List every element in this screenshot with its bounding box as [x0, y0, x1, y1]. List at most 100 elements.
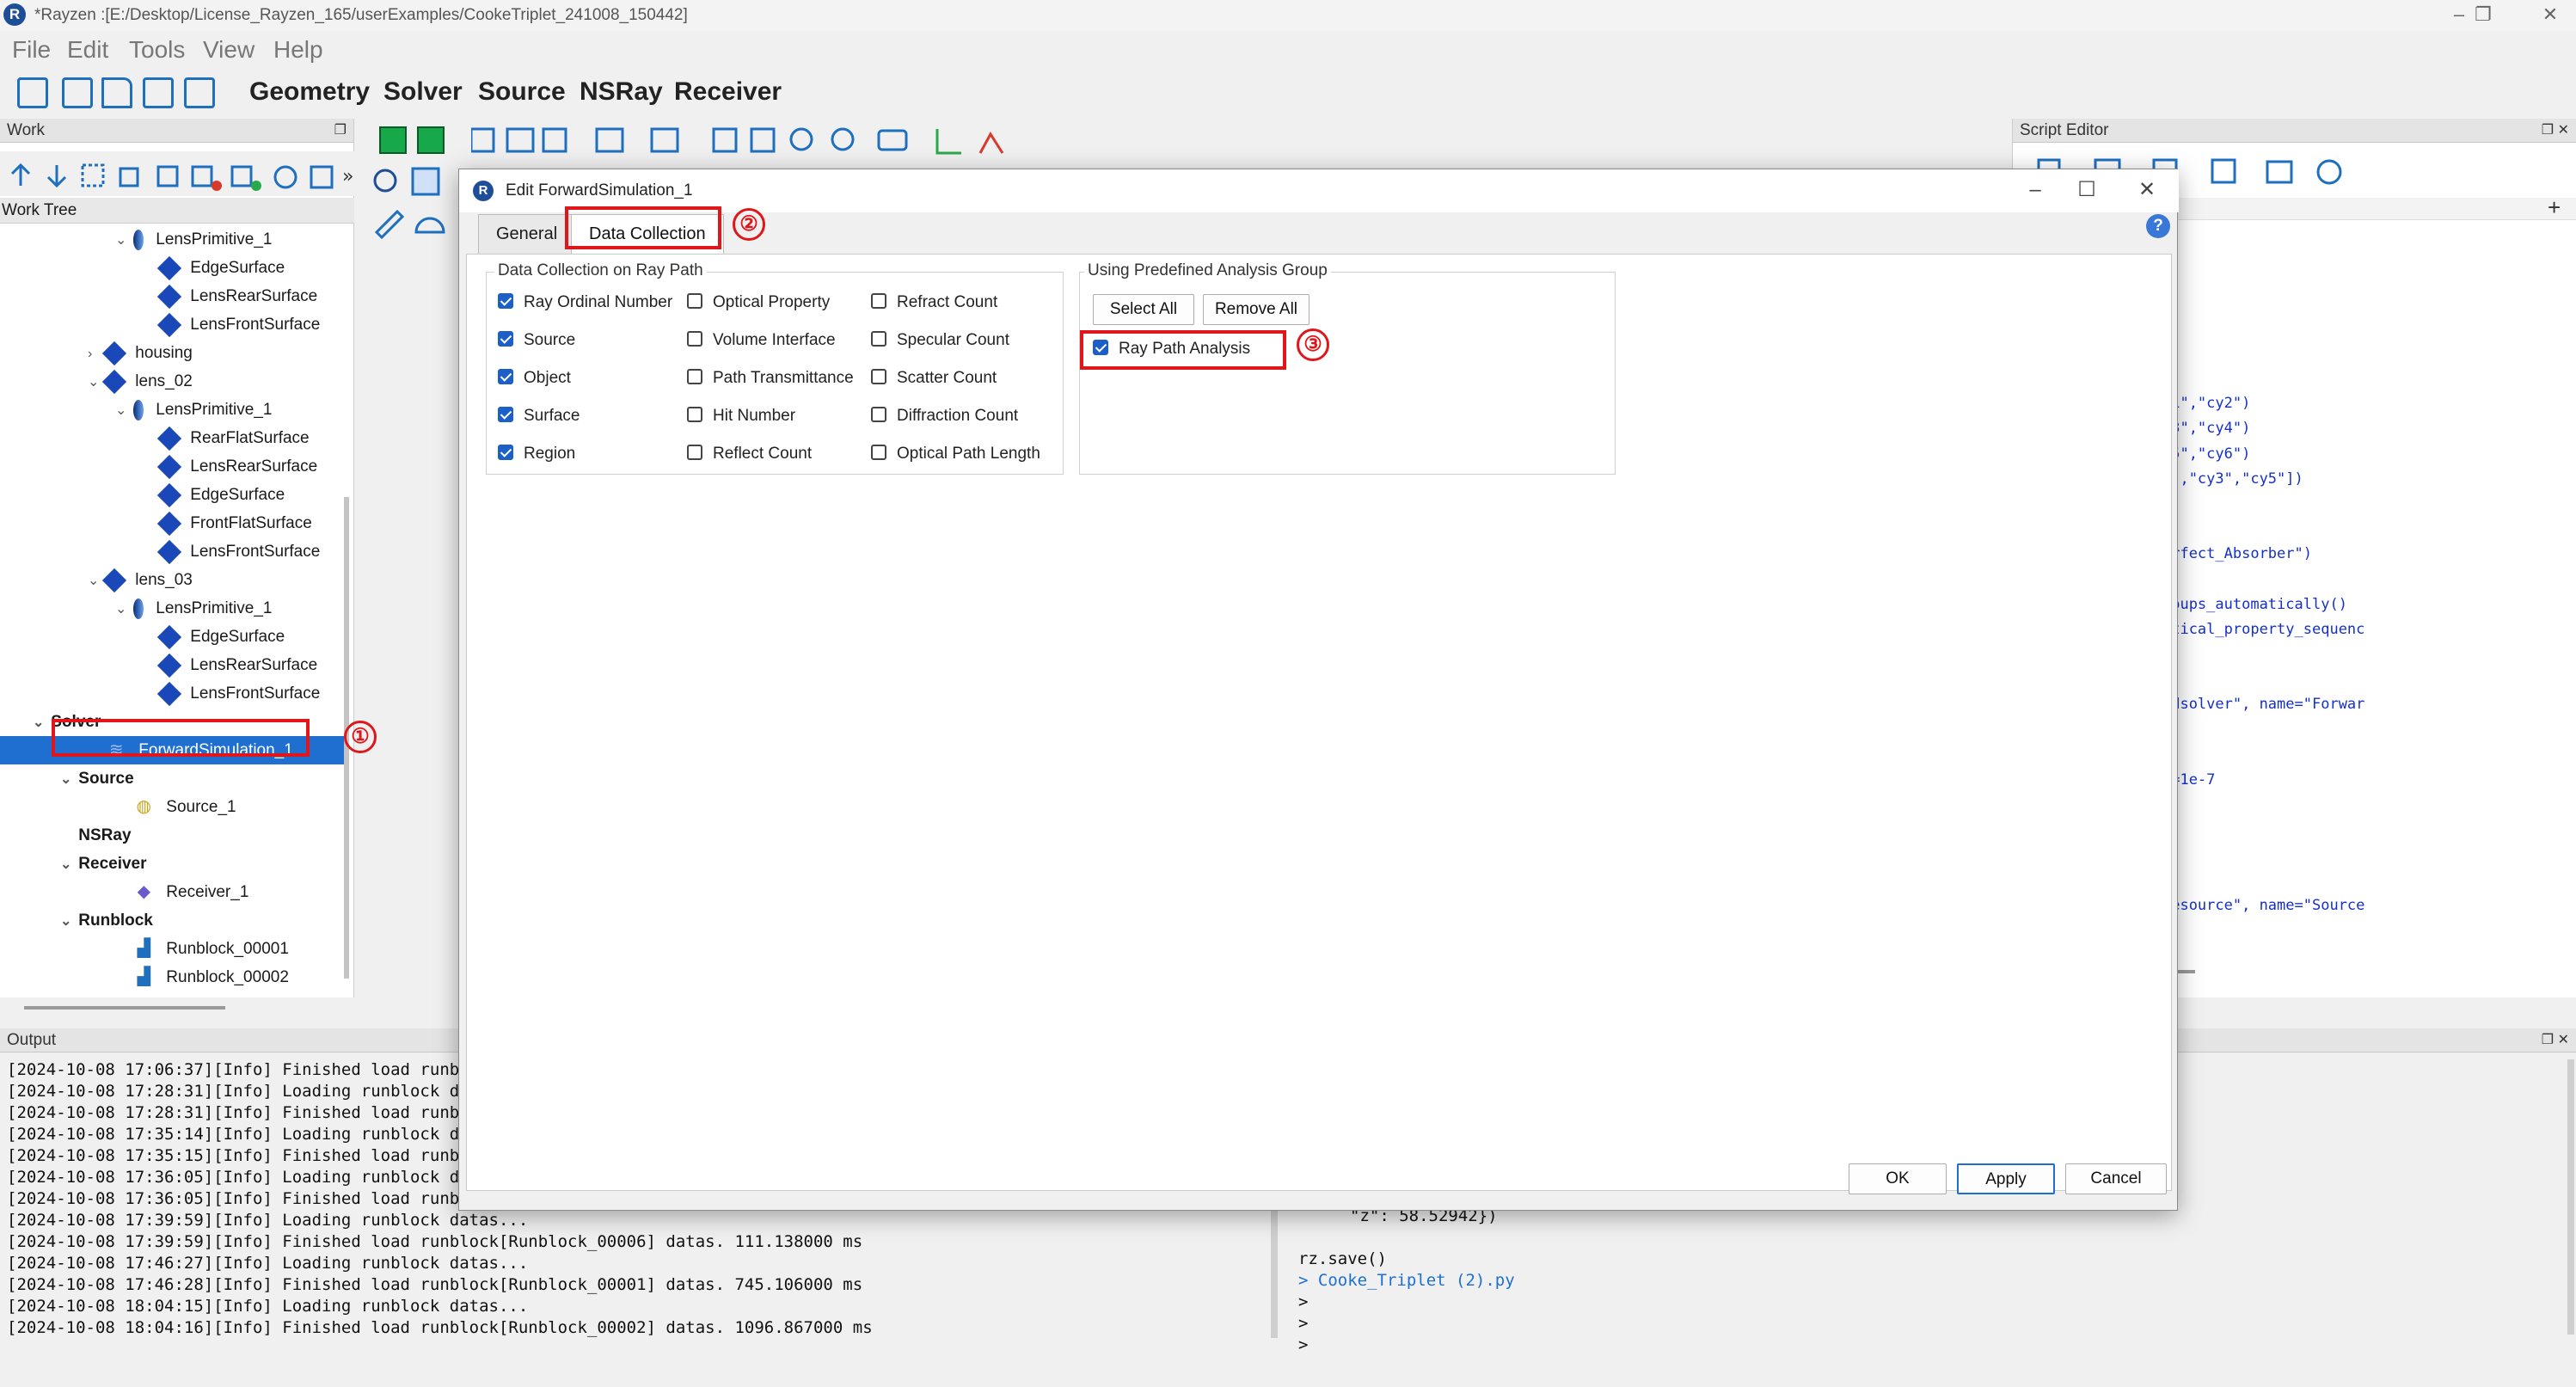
collapse-arrow-icon[interactable]: ⌄	[115, 595, 129, 623]
tree-item[interactable]: ⌄ LensPrimitive_1	[0, 225, 344, 254]
unchecked-box-icon[interactable]	[687, 444, 702, 460]
checked-box-icon[interactable]	[498, 330, 513, 347]
menu-file[interactable]: File	[12, 36, 51, 64]
ray-option-checkbox[interactable]: Reflect Count	[687, 437, 812, 471]
unchecked-box-icon[interactable]	[687, 406, 702, 422]
ray-option-checkbox[interactable]: Ray Ordinal Number	[498, 285, 672, 320]
tree-item[interactable]: ⌄ Source	[0, 764, 344, 793]
ray-option-checkbox[interactable]: Region	[498, 437, 575, 471]
ray-option-checkbox[interactable]: Object	[498, 361, 571, 396]
menu-help[interactable]: Help	[273, 36, 323, 64]
float-panel-icon[interactable]: ❐	[334, 121, 347, 138]
select-all-button[interactable]: Select All	[1093, 294, 1194, 325]
collapse-arrow-icon[interactable]: ⌄	[115, 226, 129, 255]
output-close-icon[interactable]: ❐ ✕	[2542, 1031, 2569, 1048]
console-scrollbar[interactable]	[2567, 1059, 2574, 1335]
toolbar-solver[interactable]: Solver	[383, 77, 463, 107]
unchecked-box-icon[interactable]	[871, 330, 886, 347]
library-icon[interactable]	[62, 77, 93, 108]
tree-item[interactable]: ◆ Receiver_1	[0, 878, 344, 906]
tree-item[interactable]: LensFrontSurface	[0, 537, 344, 566]
tree-item[interactable]: › housing	[0, 339, 344, 367]
unchecked-box-icon[interactable]	[871, 406, 886, 422]
ray-option-checkbox[interactable]: Volume Interface	[687, 323, 836, 358]
export-icon[interactable]	[184, 77, 215, 108]
close-icon[interactable]: ✕	[2533, 2, 2567, 29]
tree-item[interactable]: LensRearSurface	[0, 651, 344, 679]
toolbar-geometry[interactable]: Geometry	[249, 77, 370, 107]
tree-item[interactable]: ⌄ LensPrimitive_1	[0, 396, 344, 424]
remove-all-button[interactable]: Remove All	[1203, 294, 1309, 325]
tree-item[interactable]: LensRearSurface	[0, 282, 344, 310]
unchecked-box-icon[interactable]	[687, 368, 702, 384]
tree-item[interactable]: ▟ Runblock_00002	[0, 963, 344, 991]
ray-option-checkbox[interactable]: Diffraction Count	[871, 399, 1018, 433]
console-output[interactable]: "z": 58.52942}) rz.save() > Cooke_Triplet …	[1298, 1206, 2554, 1356]
toolbar-source[interactable]: Source	[478, 77, 566, 107]
add-tab-icon[interactable]: +	[2548, 194, 2561, 221]
unchecked-box-icon[interactable]	[687, 330, 702, 347]
tree-item[interactable]: EdgeSurface	[0, 254, 344, 282]
view-tool-icons[interactable]	[368, 119, 471, 256]
ray-option-checkbox[interactable]: Path Transmittance	[687, 361, 854, 396]
checked-box-icon[interactable]	[498, 406, 513, 422]
tree-item[interactable]: ▟ Runblock_00001	[0, 935, 344, 963]
collapse-arrow-icon[interactable]: ⌄	[88, 368, 101, 396]
ray-option-checkbox[interactable]: Hit Number	[687, 399, 795, 433]
tree-item[interactable]: ⌄ lens_02	[0, 367, 344, 396]
unchecked-box-icon[interactable]	[687, 292, 702, 309]
collapse-arrow-icon[interactable]: ⌄	[88, 567, 101, 595]
viewport-tool-icons[interactable]	[469, 119, 1073, 163]
collapse-arrow-icon[interactable]: ⌄	[115, 396, 129, 425]
menu-tools[interactable]: Tools	[129, 36, 185, 64]
ray-option-checkbox[interactable]: Surface	[498, 399, 580, 433]
tree-item[interactable]: ⌄ LensPrimitive_1	[0, 594, 344, 623]
expand-arrow-icon[interactable]: ›	[88, 340, 101, 368]
tree-item[interactable]: ⌄ Runblock	[0, 906, 344, 935]
tree-item[interactable]: ⌄ Receiver	[0, 850, 344, 878]
ok-button[interactable]: OK	[1849, 1163, 1947, 1194]
cancel-button[interactable]: Cancel	[2065, 1163, 2167, 1194]
open-folder-icon[interactable]	[101, 77, 132, 108]
tree-item[interactable]: ◍ Source_1	[0, 793, 344, 821]
tree-item[interactable]: LensRearSurface	[0, 452, 344, 481]
checked-box-icon[interactable]	[498, 444, 513, 460]
menu-view[interactable]: View	[203, 36, 255, 64]
collapse-arrow-icon[interactable]: ⌄	[33, 709, 46, 737]
ray-option-checkbox[interactable]: Specular Count	[871, 323, 1009, 358]
script-close-icon[interactable]: ❐ ✕	[2542, 121, 2569, 138]
tree-item[interactable]: LensFrontSurface	[0, 310, 344, 339]
toolbar-nsray[interactable]: NSRay	[580, 77, 663, 107]
work-tree-tool-icons[interactable]: »	[0, 151, 354, 196]
tree-item[interactable]: ⌄ lens_03	[0, 566, 344, 594]
checked-box-icon[interactable]	[498, 292, 513, 309]
collapse-arrow-icon[interactable]: ⌄	[60, 907, 74, 936]
tree-item[interactable]: FrontFlatSurface	[0, 509, 344, 537]
unchecked-box-icon[interactable]	[871, 444, 886, 460]
menu-edit[interactable]: Edit	[67, 36, 108, 64]
unchecked-box-icon[interactable]	[871, 292, 886, 309]
ray-option-checkbox[interactable]: Refract Count	[871, 285, 997, 320]
collapse-arrow-icon[interactable]: ⌄	[60, 850, 74, 879]
toolbar-receiver[interactable]: Receiver	[674, 77, 782, 107]
tree-item[interactable]: NSRay	[0, 821, 344, 850]
collapse-arrow-icon[interactable]: ⌄	[60, 765, 74, 794]
ray-option-checkbox[interactable]: Scatter Count	[871, 361, 997, 396]
ray-option-checkbox[interactable]: Source	[498, 323, 575, 358]
dialog-help-icon[interactable]: ?	[2146, 214, 2170, 238]
new-project-icon[interactable]	[17, 77, 48, 108]
apply-button[interactable]: Apply	[1957, 1163, 2055, 1194]
save-icon[interactable]	[143, 77, 174, 108]
tab-general[interactable]: General	[478, 214, 576, 254]
tree-h-scrollbar[interactable]	[24, 1006, 225, 1010]
dialog-minimize-icon[interactable]: –	[2014, 175, 2057, 207]
unchecked-box-icon[interactable]	[871, 368, 886, 384]
tree-item[interactable]: RearFlatSurface	[0, 424, 344, 452]
tree-item[interactable]: EdgeSurface	[0, 623, 344, 651]
ray-option-checkbox[interactable]: Optical Property	[687, 285, 830, 320]
dialog-maximize-icon[interactable]: ☐	[2065, 175, 2108, 207]
maximize-icon[interactable]: ❐	[2466, 2, 2500, 29]
tree-item[interactable]: LensFrontSurface	[0, 679, 344, 708]
dialog-close-icon[interactable]: ✕	[2125, 175, 2168, 207]
tree-item[interactable]: EdgeSurface	[0, 481, 344, 509]
